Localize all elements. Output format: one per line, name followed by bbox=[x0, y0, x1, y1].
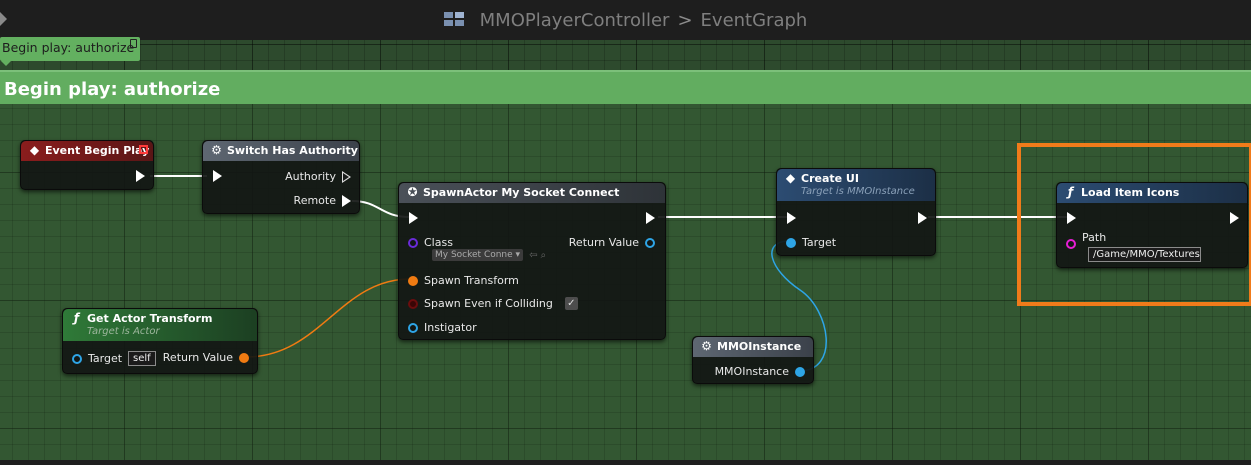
node-title: MMOInstance bbox=[717, 340, 802, 353]
bubble-tail bbox=[1, 61, 11, 66]
class-dropdown[interactable]: My Socket Conne ▾ bbox=[432, 249, 524, 261]
exec-input-pin[interactable] bbox=[409, 212, 418, 224]
exec-in-row bbox=[213, 170, 222, 182]
event-diamond-icon: ◆ bbox=[785, 171, 796, 185]
spawn-even-checkbox[interactable]: ✓ bbox=[564, 297, 578, 310]
target-label: Target bbox=[88, 352, 123, 365]
return-value-pin[interactable] bbox=[645, 237, 655, 248]
target-label: Target bbox=[802, 236, 837, 249]
exec-out-row bbox=[646, 212, 655, 224]
return-value-label: Return Value bbox=[162, 351, 233, 364]
mmo-instance-pin[interactable] bbox=[795, 366, 805, 377]
exec-out-row bbox=[918, 212, 927, 224]
node-event-begin-play[interactable]: ◆ Event Begin Play bbox=[20, 140, 154, 190]
pin-icon[interactable] bbox=[130, 39, 137, 48]
exec-output-pin[interactable] bbox=[646, 212, 655, 224]
collapse-arrow-icon[interactable] bbox=[0, 12, 7, 26]
authority-label: Authority bbox=[285, 170, 336, 183]
graph-title-bar: MMOPlayerController > EventGraph bbox=[0, 0, 1251, 40]
spawn-even-label: Spawn Even if Colliding bbox=[424, 297, 553, 310]
comment-bubble-label: Begin play: authorize bbox=[2, 40, 135, 55]
node-title: Create UI bbox=[801, 172, 859, 185]
gear-icon: ⚙ bbox=[211, 143, 222, 157]
exec-in-row bbox=[409, 212, 418, 224]
blueprint-grid-icon bbox=[443, 12, 466, 28]
exec-input-pin[interactable] bbox=[787, 212, 796, 224]
comment-header[interactable]: Begin play: authorize bbox=[0, 72, 1251, 104]
exec-in-row bbox=[787, 212, 796, 224]
class-pin[interactable] bbox=[408, 237, 418, 248]
node-get-actor-transform[interactable]: ƒ Get Actor Transform Target is Actor Ta… bbox=[62, 308, 258, 374]
breadcrumb-separator: > bbox=[677, 9, 693, 31]
spawn-even-row: Spawn Even if Colliding ✓ bbox=[408, 297, 578, 310]
gear-icon: ⚙ bbox=[701, 339, 712, 353]
breadcrumb-eventgraph[interactable]: EventGraph bbox=[701, 10, 808, 31]
highlight-box bbox=[1017, 143, 1251, 306]
node-header: ◆ Create UI Target is MMOInstance bbox=[777, 169, 935, 201]
authority-exec-pin[interactable] bbox=[342, 170, 351, 183]
comment-bubble[interactable]: Begin play: authorize bbox=[0, 37, 140, 66]
class-select-row: My Socket Conne ▾ ⇦ ⌕ bbox=[432, 249, 546, 261]
target-self-field[interactable]: self bbox=[128, 351, 156, 366]
output-label: MMOInstance bbox=[714, 365, 789, 378]
target-pin[interactable] bbox=[72, 353, 82, 364]
node-header: ✪ SpawnActor My Socket Connect bbox=[399, 183, 665, 203]
exec-input-pin[interactable] bbox=[213, 170, 222, 182]
node-header: ⚙ Switch Has Authority bbox=[203, 141, 359, 161]
node-subtitle: Target is MMOInstance bbox=[801, 186, 915, 197]
authority-row: Authority bbox=[285, 170, 351, 183]
spawn-even-pin[interactable] bbox=[408, 298, 418, 309]
node-switch-has-authority[interactable]: ⚙ Switch Has Authority Authority Remote bbox=[202, 140, 360, 214]
instigator-label: Instigator bbox=[424, 321, 477, 334]
instigator-pin[interactable] bbox=[408, 322, 418, 333]
return-value-label: Return Value bbox=[568, 236, 639, 249]
node-spawn-actor[interactable]: ✪ SpawnActor My Socket Connect Class My … bbox=[398, 182, 666, 340]
node-header: ⚙ MMOInstance bbox=[693, 337, 813, 357]
exec-output-pin[interactable] bbox=[136, 170, 145, 182]
browse-icon[interactable]: ⌕ bbox=[540, 250, 546, 261]
function-icon: ƒ bbox=[73, 311, 80, 325]
event-diamond-icon: ◆ bbox=[29, 143, 40, 157]
remote-row: Remote bbox=[294, 194, 351, 207]
node-create-ui[interactable]: ◆ Create UI Target is MMOInstance Target bbox=[776, 168, 936, 256]
exec-output-pin[interactable] bbox=[918, 212, 927, 224]
node-subtitle: Target is Actor bbox=[87, 326, 160, 337]
spawn-icon: ✪ bbox=[407, 185, 418, 199]
use-selected-icon[interactable]: ⇦ bbox=[529, 250, 537, 261]
remote-label: Remote bbox=[293, 194, 336, 207]
return-value-row: Return Value bbox=[163, 351, 249, 364]
graph-bottom-edge bbox=[0, 460, 1251, 465]
return-value-row: Return Value bbox=[569, 236, 655, 249]
node-header: ◆ Event Begin Play bbox=[21, 141, 153, 161]
node-title: Switch Has Authority bbox=[227, 144, 358, 157]
breadcrumb-controller[interactable]: MMOPlayerController bbox=[480, 10, 670, 31]
spawn-transform-pin[interactable] bbox=[408, 275, 418, 286]
spawn-transform-row: Spawn Transform bbox=[408, 274, 519, 287]
target-row: Target bbox=[786, 236, 836, 249]
remote-exec-pin[interactable] bbox=[342, 194, 351, 207]
target-pin[interactable] bbox=[786, 237, 796, 248]
node-title: Get Actor Transform bbox=[87, 312, 213, 325]
return-value-pin[interactable] bbox=[239, 352, 249, 363]
class-label: Class bbox=[424, 236, 453, 249]
node-mmo-instance[interactable]: ⚙ MMOInstance MMOInstance bbox=[692, 336, 814, 384]
target-row: Target self bbox=[72, 351, 156, 366]
exec-out-row bbox=[136, 170, 145, 182]
class-row: Class bbox=[408, 236, 453, 249]
output-row: MMOInstance bbox=[715, 365, 805, 378]
node-header: ƒ Get Actor Transform Target is Actor bbox=[63, 309, 257, 341]
delegate-square-icon[interactable] bbox=[139, 145, 148, 154]
node-title: Event Begin Play bbox=[45, 144, 150, 157]
spawn-transform-label: Spawn Transform bbox=[424, 274, 519, 287]
instigator-row: Instigator bbox=[408, 321, 477, 334]
class-dropdown-value: My Socket Conne bbox=[435, 250, 513, 260]
node-title: SpawnActor My Socket Connect bbox=[423, 186, 620, 199]
